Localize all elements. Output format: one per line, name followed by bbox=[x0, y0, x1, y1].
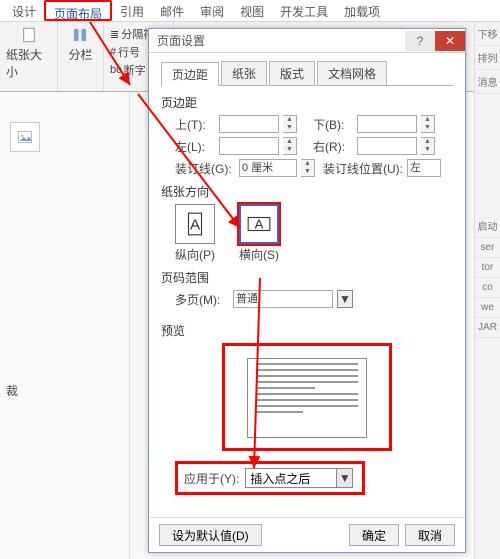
tab-references[interactable]: 引用 bbox=[112, 0, 152, 21]
input-gutter[interactable]: 0 厘米 bbox=[239, 159, 297, 177]
group-page-setup: 纸张大小 bbox=[0, 22, 58, 91]
crop-label: 裁 bbox=[6, 382, 18, 399]
rs-co: co bbox=[475, 278, 500, 298]
linenum-icon: # bbox=[110, 46, 116, 58]
group-columns: 分栏 bbox=[58, 22, 104, 91]
select-multi[interactable]: 普通 bbox=[233, 290, 333, 308]
label-right: 右(R): bbox=[313, 138, 353, 155]
tab-page-layout[interactable]: 页面布局 bbox=[44, 0, 112, 21]
rs-start[interactable]: 启动 bbox=[475, 214, 500, 238]
btn-columns[interactable]: 分栏 bbox=[68, 26, 92, 63]
rs-tor: tor bbox=[475, 258, 500, 278]
btn-set-default[interactable]: 设为默认值(D) bbox=[159, 524, 262, 546]
dialog-footer: 设为默认值(D) 确定 取消 bbox=[149, 517, 465, 552]
input-left[interactable] bbox=[219, 137, 279, 155]
paper-size-label: 纸张大小 bbox=[6, 46, 51, 80]
page-setup-dialog: 页面设置 ? ✕ 页边距 纸张 版式 文档网格 页边距 上(T): ▲▼ 下(B… bbox=[148, 28, 466, 553]
apply-dropdown-icon[interactable]: ▼ bbox=[336, 469, 352, 487]
hyphen-label: 断字 bbox=[124, 62, 146, 78]
tab-design[interactable]: 设计 bbox=[4, 0, 44, 21]
btn-ok[interactable]: 确定 bbox=[349, 524, 399, 546]
svg-text:A: A bbox=[255, 216, 264, 231]
thumbnail-box[interactable] bbox=[10, 122, 40, 152]
orient-landscape[interactable]: A 横向(S) bbox=[239, 204, 279, 263]
spin-bottom[interactable]: ▲▼ bbox=[421, 115, 435, 133]
section-orient-title: 纸张方向 bbox=[161, 183, 453, 200]
apply-input[interactable] bbox=[246, 469, 336, 487]
select-apply[interactable]: ▼ bbox=[245, 468, 353, 488]
section-margins-title: 页边距 bbox=[161, 94, 453, 111]
orient-portrait[interactable]: A 纵向(P) bbox=[175, 204, 215, 263]
left-pane: 裁 bbox=[0, 92, 130, 559]
label-multi: 多页(M): bbox=[175, 291, 229, 308]
page-icon bbox=[20, 26, 38, 44]
picture-icon bbox=[17, 129, 33, 145]
spin-left[interactable]: ▲▼ bbox=[283, 137, 297, 155]
hyphen-icon: bc bbox=[110, 64, 122, 76]
apply-row: 应用于(Y): ▼ bbox=[175, 461, 365, 495]
tab-margins[interactable]: 页边距 bbox=[161, 62, 219, 86]
portrait-box: A bbox=[175, 204, 215, 244]
dialog-body: 页边距 纸张 版式 文档网格 页边距 上(T): ▲▼ 下(B): ▲▼ 左(L… bbox=[149, 53, 465, 517]
chevron-down-icon[interactable]: ▼ bbox=[337, 290, 353, 308]
columns-icon bbox=[71, 26, 89, 44]
rs-arrange[interactable]: 排列 bbox=[475, 46, 500, 70]
dialog-help-button[interactable]: ? bbox=[405, 31, 435, 51]
tab-grid[interactable]: 文档网格 bbox=[317, 61, 387, 85]
tab-addins[interactable]: 加载项 bbox=[336, 0, 388, 21]
input-top[interactable] bbox=[219, 115, 279, 133]
dialog-tabs: 页边距 纸张 版式 文档网格 bbox=[161, 61, 453, 86]
label-gutter: 装订线(G): bbox=[175, 160, 235, 177]
landscape-icon: A bbox=[246, 211, 272, 237]
tab-mailings[interactable]: 邮件 bbox=[152, 0, 192, 21]
tab-devtools[interactable]: 开发工具 bbox=[272, 0, 336, 21]
spin-top[interactable]: ▲▼ bbox=[283, 115, 297, 133]
rs-ser: ser bbox=[475, 238, 500, 258]
break-icon: ≣ bbox=[110, 28, 119, 41]
btn-paper-size[interactable]: 纸张大小 bbox=[6, 26, 51, 80]
input-right[interactable] bbox=[357, 137, 417, 155]
select-gutter-pos[interactable]: 左 bbox=[407, 159, 441, 177]
tab-review[interactable]: 审阅 bbox=[192, 0, 232, 21]
rs-we: we bbox=[475, 298, 500, 318]
landscape-box: A bbox=[239, 204, 279, 244]
label-left: 左(L): bbox=[175, 138, 215, 155]
section-pages-title: 页码范围 bbox=[161, 269, 453, 286]
rs-message[interactable]: 消息 bbox=[475, 70, 500, 94]
dialog-close-button[interactable]: ✕ bbox=[435, 31, 465, 51]
label-gutter-pos: 装订线位置(U): bbox=[323, 160, 403, 177]
preview-box bbox=[247, 358, 367, 438]
rs-jar: JAR bbox=[475, 318, 500, 338]
input-bottom[interactable] bbox=[357, 115, 417, 133]
portrait-label: 纵向(P) bbox=[175, 246, 215, 263]
linenum-label: 行号 bbox=[118, 44, 140, 60]
portrait-icon: A bbox=[182, 211, 208, 237]
preview-highlight bbox=[222, 343, 392, 451]
spin-gutter[interactable]: ▲▼ bbox=[301, 159, 315, 177]
tab-layout[interactable]: 版式 bbox=[269, 61, 315, 85]
columns-label: 分栏 bbox=[68, 46, 92, 63]
svg-text:A: A bbox=[190, 216, 201, 233]
dialog-title: 页面设置 bbox=[157, 32, 205, 49]
ribbon-tabs: 设计 页面布局 引用 邮件 审阅 视图 开发工具 加载项 bbox=[0, 0, 500, 22]
label-apply: 应用于(Y): bbox=[184, 470, 239, 487]
dialog-titlebar: 页面设置 ? ✕ bbox=[149, 29, 465, 53]
tab-view[interactable]: 视图 bbox=[232, 0, 272, 21]
right-strip: 下移 排列 消息 启动 ser tor co we JAR bbox=[474, 22, 500, 559]
label-bottom: 下(B): bbox=[313, 116, 353, 133]
tab-paper[interactable]: 纸张 bbox=[221, 61, 267, 85]
btn-cancel[interactable]: 取消 bbox=[405, 524, 455, 546]
spin-right[interactable]: ▲▼ bbox=[421, 137, 435, 155]
section-preview-title: 预览 bbox=[161, 322, 453, 339]
label-top: 上(T): bbox=[175, 116, 215, 133]
landscape-label: 横向(S) bbox=[239, 246, 279, 263]
rs-shift[interactable]: 下移 bbox=[475, 22, 500, 46]
